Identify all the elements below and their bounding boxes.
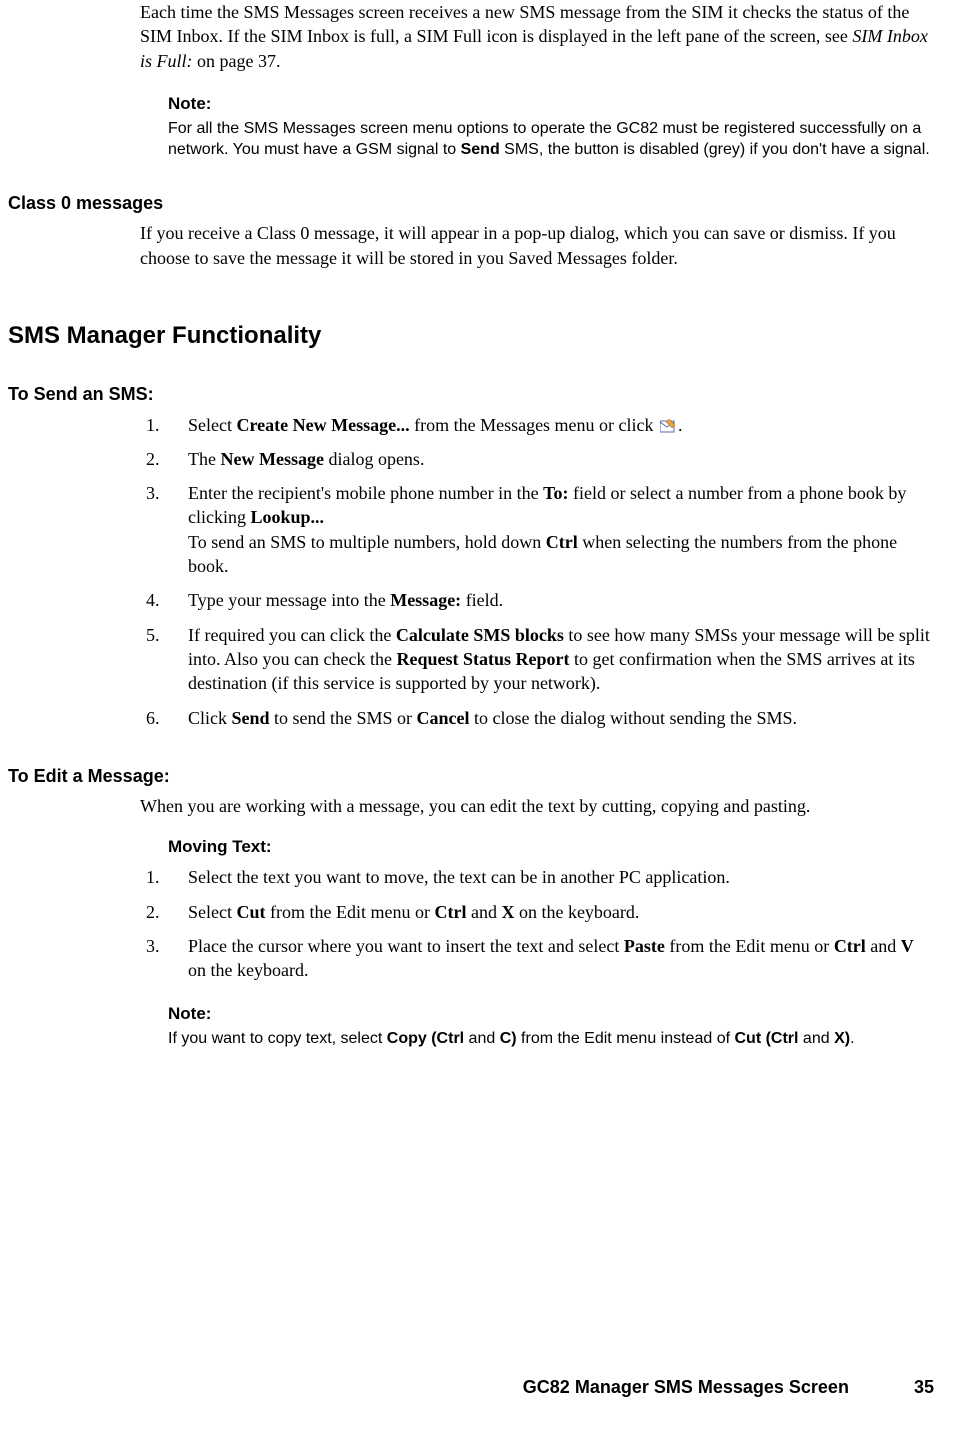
class0-body: If you receive a Class 0 message, it wil… [140,221,934,270]
list-text: The New Message dialog opens. [188,447,934,471]
heading-send-sms: To Send an SMS: [8,382,934,406]
list-text: Select Create New Message... from the Me… [188,413,934,437]
list-item: 3. Place the cursor where you want to in… [140,934,934,983]
intro-paragraph: Each time the SMS Messages screen receiv… [140,0,934,73]
moving-text-list: 1. Select the text you want to move, the… [140,865,934,982]
new-message-icon [660,419,676,433]
note-label: Note: [168,1003,934,1026]
edit-intro: When you are working with a message, you… [140,794,934,818]
heading-edit-message: To Edit a Message: [8,764,934,788]
list-item: 2. The New Message dialog opens. [140,447,934,471]
list-text: Select the text you want to move, the te… [188,865,934,889]
list-number: 3. [140,481,188,505]
footer-title: GC82 Manager SMS Messages Screen [523,1377,849,1397]
list-item: 3. Enter the recipient's mobile phone nu… [140,481,934,578]
list-item: 1. Select Create New Message... from the… [140,413,934,437]
list-number: 4. [140,588,188,612]
heading-class0: Class 0 messages [8,191,934,215]
list-number: 6. [140,706,188,730]
list-number: 2. [140,900,188,924]
list-text: Enter the recipient's mobile phone numbe… [188,481,934,578]
list-number: 1. [140,865,188,889]
list-number: 2. [140,447,188,471]
note-body: If you want to copy text, select Copy (C… [168,1028,934,1050]
page-number: 35 [914,1377,934,1397]
list-item: 5. If required you can click the Calcula… [140,623,934,696]
list-item: 1. Select the text you want to move, the… [140,865,934,889]
list-item: 4. Type your message into the Message: f… [140,588,934,612]
list-number: 1. [140,413,188,437]
text: on page 37. [193,51,281,71]
note-label: Note: [168,93,934,116]
list-text: Select Cut from the Edit menu or Ctrl an… [188,900,934,924]
heading-moving-text: Moving Text: [168,836,934,859]
send-sms-list: 1. Select Create New Message... from the… [140,413,934,730]
note-body: For all the SMS Messages screen menu opt… [168,118,934,161]
list-text: If required you can click the Calculate … [188,623,934,696]
list-text: Place the cursor where you want to inser… [188,934,934,983]
heading-sms-manager: SMS Manager Functionality [8,320,934,352]
list-number: 5. [140,623,188,647]
text: SMS, the button is disabled (grey) if yo… [500,141,930,158]
list-text: Click Send to send the SMS or Cancel to … [188,706,934,730]
page-footer: GC82 Manager SMS Messages Screen 35 [523,1375,934,1399]
list-item: 2. Select Cut from the Edit menu or Ctrl… [140,900,934,924]
list-item: 6. Click Send to send the SMS or Cancel … [140,706,934,730]
text: Each time the SMS Messages screen receiv… [140,2,909,46]
text-bold: Send [461,141,500,158]
list-number: 3. [140,934,188,958]
list-text: Type your message into the Message: fiel… [188,588,934,612]
